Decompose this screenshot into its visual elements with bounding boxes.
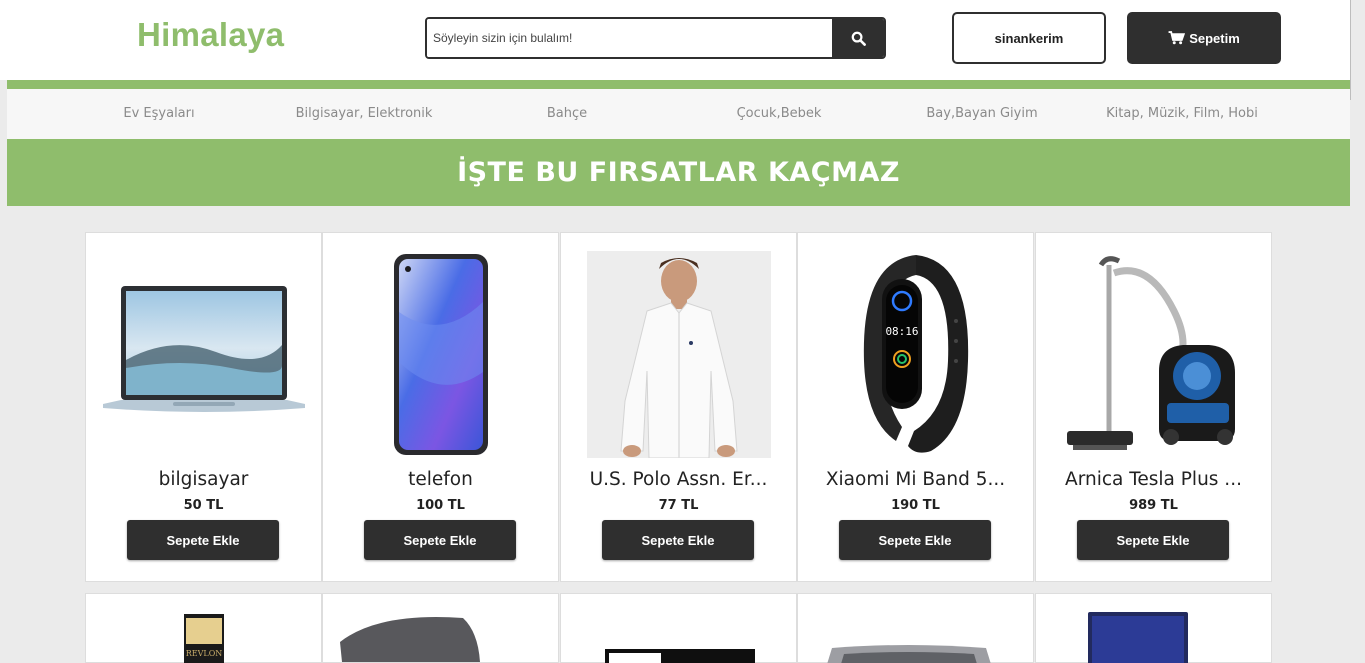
- product-name[interactable]: U.S. Polo Assn. Er...: [561, 469, 796, 490]
- search-icon: [851, 31, 866, 46]
- product-card: [322, 593, 559, 663]
- banner-title: İŞTE BU FIRSATLAR KAÇMAZ: [457, 157, 900, 188]
- perfume-brand: REVLON: [186, 649, 223, 658]
- user-account-button[interactable]: sinankerim: [952, 12, 1106, 64]
- product-price: 100 TL: [416, 498, 465, 513]
- cart-label: Sepetim: [1189, 30, 1240, 46]
- cart-button[interactable]: Sepetim: [1127, 12, 1281, 64]
- product-card: bilgisayar 50 TL Sepete Ekle: [85, 232, 322, 582]
- product-card: U.S. Polo Assn. Er... 77 TL Sepete Ekle: [560, 232, 797, 582]
- laptop-image: [102, 285, 305, 412]
- laptop-image[interactable]: [818, 644, 998, 663]
- nav-item-kitap-muzik-film-hobi[interactable]: Kitap, Müzik, Film, Hobi: [1106, 89, 1258, 139]
- product-image[interactable]: [561, 247, 796, 462]
- product-card: [560, 593, 797, 663]
- perfume-image[interactable]: REVLON: [174, 614, 234, 663]
- promo-banner: İŞTE BU FIRSATLAR KAÇMAZ: [7, 139, 1350, 206]
- nav-item-bay-bayan-giyim[interactable]: Bay,Bayan Giyim: [926, 89, 1037, 139]
- nav-item-cocuk-bebek[interactable]: Çocuk,Bebek: [737, 89, 822, 139]
- user-account-label: sinankerim: [994, 30, 1064, 46]
- product-price: 50 TL: [183, 498, 224, 513]
- product-card: telefon 100 TL Sepete Ekle: [322, 232, 559, 582]
- product-image[interactable]: 08:16: [798, 247, 1033, 462]
- product-price: 989 TL: [1129, 498, 1178, 513]
- scrollbar-edge: [1350, 0, 1351, 100]
- band-time: 08:16: [885, 325, 918, 338]
- cart-icon: [1168, 31, 1186, 45]
- smartband-image: 08:16: [863, 255, 968, 453]
- phone-image: [393, 254, 488, 455]
- product-name[interactable]: telefon: [323, 469, 558, 490]
- add-to-cart-button[interactable]: Sepete Ekle: [364, 520, 516, 560]
- product-name[interactable]: Arnica Tesla Plus ...: [1036, 469, 1271, 490]
- search-bar: [425, 17, 886, 59]
- vacuum-image: [1066, 256, 1235, 450]
- product-name[interactable]: bilgisayar: [86, 469, 321, 490]
- search-input[interactable]: [427, 19, 832, 57]
- chair-image[interactable]: [338, 612, 498, 662]
- product-image[interactable]: [86, 247, 321, 462]
- header: Himalaya sinankerim Sepetim: [0, 0, 1350, 80]
- product-price: 190 TL: [891, 498, 940, 513]
- add-to-cart-button[interactable]: Sepete Ekle: [602, 520, 754, 560]
- product-card: REVLON: [85, 593, 322, 663]
- product-card: [1035, 593, 1272, 663]
- product-card: 08:16 Xiaomi Mi Band 5... 190 TL Sepete …: [797, 232, 1034, 582]
- add-to-cart-button[interactable]: Sepete Ekle: [127, 520, 279, 560]
- product-card: [797, 593, 1034, 663]
- header-divider: [7, 80, 1350, 89]
- site-logo[interactable]: Himalaya: [137, 16, 284, 54]
- add-to-cart-button[interactable]: Sepete Ekle: [1077, 520, 1229, 560]
- nav-item-bilgisayar-elektronik[interactable]: Bilgisayar, Elektronik: [296, 89, 433, 139]
- nav-item-bahce[interactable]: Bahçe: [547, 89, 587, 139]
- add-to-cart-button[interactable]: Sepete Ekle: [839, 520, 991, 560]
- product-price: 77 TL: [658, 498, 699, 513]
- product-image[interactable]: [323, 247, 558, 462]
- product-name[interactable]: Xiaomi Mi Band 5...: [798, 469, 1033, 490]
- nav-item-ev-esyalari[interactable]: Ev Eşyaları: [123, 89, 194, 139]
- tablet-image[interactable]: [1088, 612, 1188, 663]
- shirt-image: [586, 251, 771, 458]
- product-image[interactable]: [1036, 247, 1271, 462]
- monitor-image[interactable]: [605, 649, 755, 663]
- search-button[interactable]: [832, 19, 884, 57]
- category-nav: Ev Eşyaları Bilgisayar, Elektronik Bahçe…: [7, 89, 1350, 139]
- product-card: Arnica Tesla Plus ... 989 TL Sepete Ekle: [1035, 232, 1272, 582]
